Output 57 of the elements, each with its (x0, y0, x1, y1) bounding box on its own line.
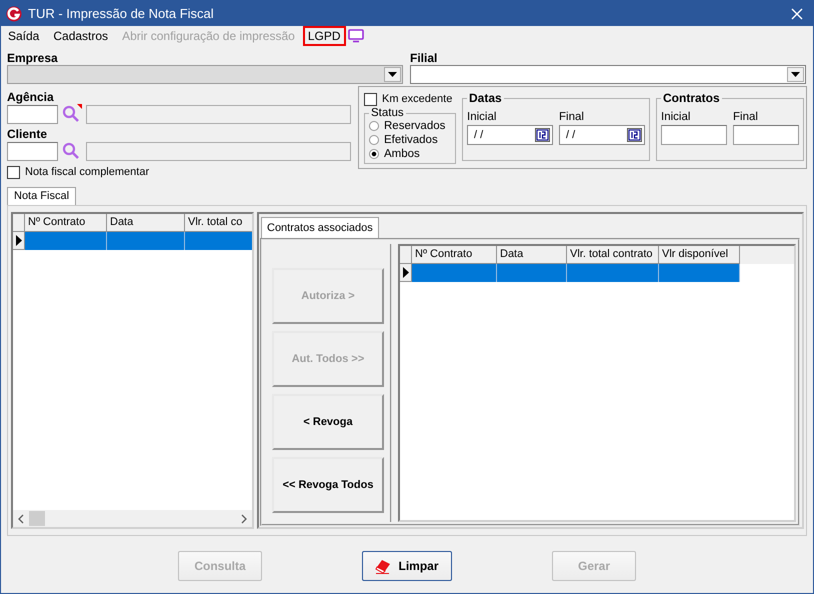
corner-mark-icon (77, 104, 82, 109)
radio-label: Ambos (384, 148, 420, 160)
dropdown[interactable] (410, 65, 806, 84)
dropdown-arrow-icon (791, 72, 800, 77)
radio-label: Reservados (384, 120, 446, 132)
action-button[interactable]: << Revoga Todos (272, 457, 384, 514)
group-title: Status (370, 107, 405, 119)
date-field[interactable]: / / (467, 125, 553, 145)
scroll-left-icon[interactable] (17, 514, 25, 524)
search-icon[interactable] (62, 105, 80, 123)
field-label: Empresa (7, 51, 59, 65)
input-field[interactable] (7, 142, 58, 160)
radio-button[interactable] (369, 121, 379, 131)
input-field[interactable] (661, 125, 727, 145)
row-pointer-icon (16, 235, 22, 246)
date-value: / / (474, 129, 484, 141)
field-label: Inicial (467, 110, 498, 125)
dropdown[interactable] (7, 65, 403, 84)
scroll-right-icon[interactable] (240, 514, 248, 524)
tab[interactable]: Nota Fiscal (7, 187, 76, 206)
field-label: Cliente (7, 127, 48, 141)
menu-item[interactable]: Saída (8, 28, 40, 44)
date-field[interactable]: / / (559, 125, 645, 145)
calendar-icon[interactable] (535, 128, 550, 142)
logo-icon (6, 6, 22, 22)
checkbox-label: Nota fiscal complementar (25, 166, 150, 178)
row-pointer-icon (402, 267, 408, 278)
input-field[interactable] (7, 104, 58, 124)
radio-button[interactable] (369, 135, 379, 145)
radio-button[interactable] (369, 149, 379, 159)
menu-item[interactable]: LGPD (302, 26, 346, 46)
date-value: / / (566, 129, 576, 141)
calendar-icon[interactable] (627, 128, 642, 142)
search-icon[interactable] (62, 142, 80, 160)
scroll-thumb[interactable] (29, 511, 45, 526)
close-icon[interactable] (791, 8, 803, 20)
field-label: Filial (410, 51, 438, 65)
field-label: Agência (7, 90, 55, 104)
checkbox[interactable] (7, 166, 20, 178)
group-title: Datas (468, 91, 503, 105)
button[interactable]: Limpar (362, 550, 452, 580)
checkbox[interactable] (364, 92, 377, 106)
menu-item[interactable]: Cadastros (53, 28, 108, 44)
scrollbar[interactable] (13, 510, 252, 527)
tab[interactable]: Contratos associados (261, 217, 379, 238)
dropdown-arrow-icon (388, 72, 397, 77)
checkbox-label: Km excedente (382, 93, 452, 105)
action-button[interactable]: < Revoga (272, 394, 384, 450)
table-row[interactable] (13, 232, 252, 250)
input-field[interactable] (733, 125, 799, 145)
field-label: Final (559, 110, 585, 125)
window-title: TUR - Impressão de Nota Fiscal (28, 6, 215, 21)
field-label: Final (733, 110, 759, 125)
radio-label: Efetivados (384, 134, 438, 146)
monitor-icon[interactable] (348, 28, 364, 42)
field-label: Inicial (661, 110, 692, 125)
group-title: Contratos (662, 91, 721, 105)
